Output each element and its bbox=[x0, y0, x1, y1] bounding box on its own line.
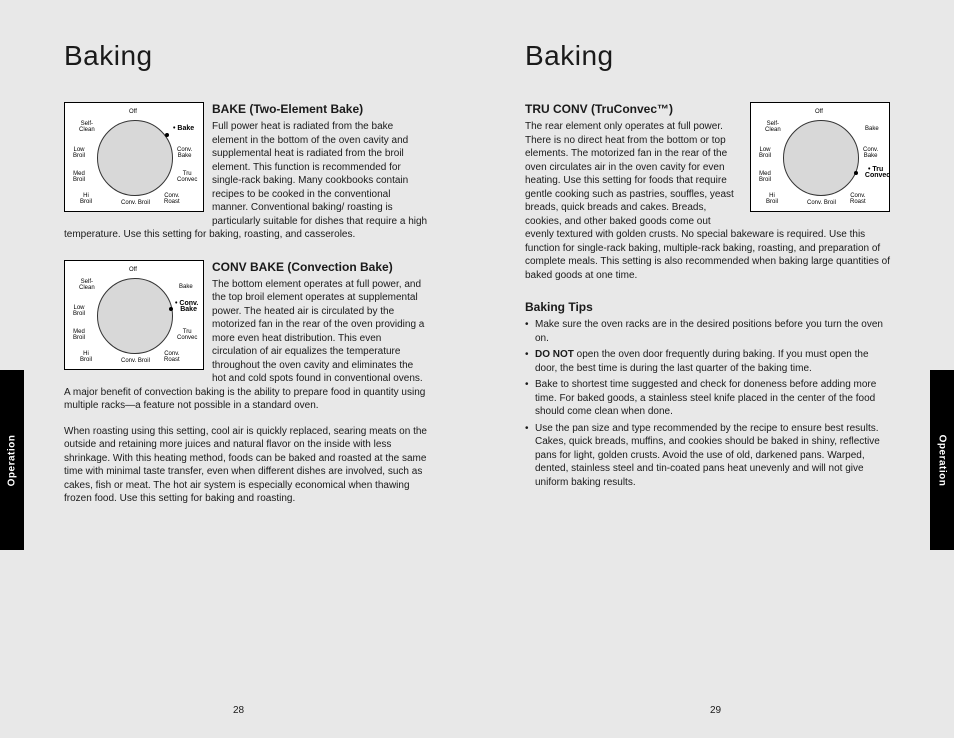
section-truconv: Off Bake Conv.Bake • Tru Convec Conv.Roa… bbox=[525, 102, 890, 282]
page-title-left: Baking bbox=[64, 40, 429, 72]
heading-tips: Baking Tips bbox=[525, 300, 890, 314]
side-tab-left: Operation bbox=[0, 370, 24, 550]
do-not-label: DO NOT bbox=[535, 349, 577, 360]
dial-lbl-selfclean: Self-Clean bbox=[79, 121, 95, 133]
tip-item: Make sure the oven racks are in the desi… bbox=[525, 318, 890, 345]
dial-lbl-convroast: Conv.Roast bbox=[850, 193, 866, 205]
dial-lbl-selfclean: Self-Clean bbox=[79, 279, 95, 291]
page-right: Baking Off Bake Conv.Bake • Tru Convec C… bbox=[477, 0, 954, 738]
dial-lbl-convbroil: Conv. Broil bbox=[121, 358, 150, 364]
page-title-right: Baking bbox=[525, 40, 890, 72]
tip-item: Bake to shortest time suggested and chec… bbox=[525, 378, 890, 419]
side-tab-text-right: Operation bbox=[937, 434, 948, 486]
dial-lbl-convroast: Conv.Roast bbox=[164, 193, 180, 205]
section-convbake: Off Bake • Conv. Bake TruConvec Conv.Roa… bbox=[64, 260, 429, 506]
dial-lbl-hibroil: HiBroil bbox=[80, 193, 92, 205]
dial-lbl-convbake: Conv.Bake bbox=[863, 147, 878, 159]
dial-lbl-truconv: TruConvec bbox=[177, 171, 197, 183]
page-left: Baking Off • Bake Conv.Bake TruConvec Co… bbox=[0, 0, 477, 738]
dial-lbl-selfclean: Self-Clean bbox=[765, 121, 781, 133]
text-convbake-2: When roasting using this setting, cool a… bbox=[64, 425, 429, 506]
dial-circle bbox=[783, 120, 859, 196]
dial-lbl-hibroil: HiBroil bbox=[80, 351, 92, 363]
dial-pointer bbox=[854, 171, 858, 175]
tips-list: Make sure the oven racks are in the desi… bbox=[525, 318, 890, 489]
dial-pointer bbox=[169, 307, 173, 311]
dial-lbl-lowbroil: LowBroil bbox=[759, 147, 771, 159]
page-number-left: 28 bbox=[0, 705, 477, 716]
page-spread: Baking Off • Bake Conv.Bake TruConvec Co… bbox=[0, 0, 954, 738]
dial-lbl-truconv-bold: • Tru Convec bbox=[861, 167, 890, 179]
dial-lbl-convbake: Conv.Bake bbox=[177, 147, 192, 159]
dial-diagram-convbake: Off Bake • Conv. Bake TruConvec Conv.Roa… bbox=[64, 260, 204, 370]
dial-lbl-medbroil: MedBroil bbox=[759, 171, 771, 183]
dial-diagram-truconv: Off Bake Conv.Bake • Tru Convec Conv.Roa… bbox=[750, 102, 890, 212]
dial-lbl-bake: Bake bbox=[865, 126, 879, 132]
tip-item: DO NOT open the oven door frequently dur… bbox=[525, 348, 890, 375]
dial-lbl-medbroil: MedBroil bbox=[73, 171, 85, 183]
dial-lbl-convbroil: Conv. Broil bbox=[807, 200, 836, 206]
dial-lbl-off: Off bbox=[129, 109, 137, 115]
dial-lbl-bake: • Bake bbox=[173, 126, 194, 132]
dial-circle bbox=[97, 120, 173, 196]
dial-lbl-convbroil: Conv. Broil bbox=[121, 200, 150, 206]
side-tab-right: Operation bbox=[930, 370, 954, 550]
dial-lbl-bake: Bake bbox=[179, 284, 193, 290]
dial-lbl-lowbroil: LowBroil bbox=[73, 147, 85, 159]
dial-diagram-bake: Off • Bake Conv.Bake TruConvec Conv.Roas… bbox=[64, 102, 204, 212]
tip-text: open the oven door frequently during bak… bbox=[535, 349, 869, 374]
side-tab-text-left: Operation bbox=[7, 434, 18, 486]
dial-circle bbox=[97, 278, 173, 354]
dial-lbl-truconv: TruConvec bbox=[177, 329, 197, 341]
dial-lbl-lowbroil: LowBroil bbox=[73, 305, 85, 317]
tip-item: Use the pan size and type recommended by… bbox=[525, 422, 890, 490]
dial-lbl-convroast: Conv.Roast bbox=[164, 351, 180, 363]
dial-lbl-medbroil: MedBroil bbox=[73, 329, 85, 341]
dial-lbl-off: Off bbox=[815, 109, 823, 115]
dial-lbl-hibroil: HiBroil bbox=[766, 193, 778, 205]
dial-lbl-convbake-bold: • Conv. Bake bbox=[175, 301, 198, 313]
dial-pointer bbox=[165, 133, 169, 137]
section-bake: Off • Bake Conv.Bake TruConvec Conv.Roas… bbox=[64, 102, 429, 242]
dial-lbl-off: Off bbox=[129, 267, 137, 273]
page-number-right: 29 bbox=[477, 705, 954, 716]
